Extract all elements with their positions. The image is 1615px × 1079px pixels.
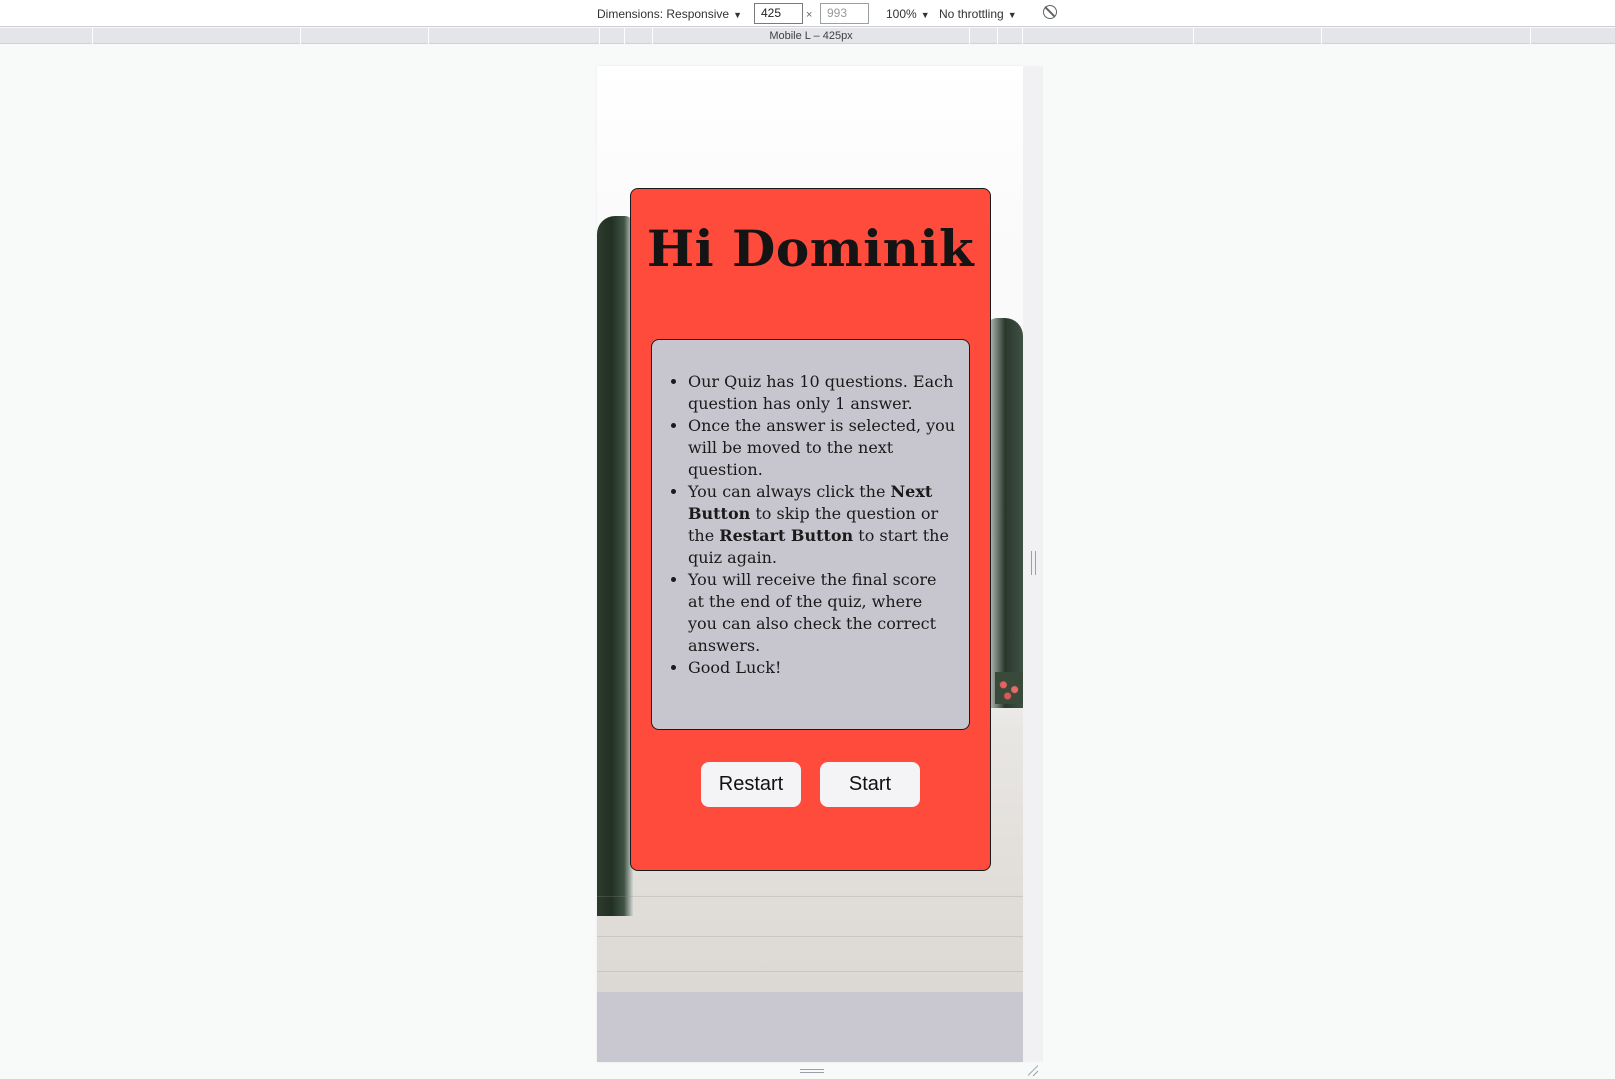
rule-item: You will receive the final score at the …	[688, 569, 956, 657]
rules-box: Our Quiz has 10 questions. Each question…	[651, 339, 970, 730]
rule-item: Once the answer is selected, you will be…	[688, 415, 956, 481]
emulated-viewport: Hi Dominik Our Quiz has 10 questions. Ea…	[597, 66, 1023, 1062]
zoom-dropdown[interactable]: 100% ▼	[886, 7, 930, 21]
rule-item: Good Luck!	[688, 657, 956, 679]
resize-corner-icon[interactable]	[1027, 1064, 1039, 1076]
rule-text: Our Quiz has 10 questions. Each question…	[688, 372, 954, 413]
greeting-title: Hi Dominik	[646, 219, 975, 278]
background-flowers	[995, 672, 1023, 704]
chevron-down-icon: ▼	[1007, 10, 1017, 20]
resize-handle-bottom[interactable]	[800, 1069, 824, 1073]
width-input[interactable]: 425	[754, 3, 803, 24]
rule-text: You can always click the	[688, 482, 891, 501]
rule-item: You can always click the Next Button to …	[688, 481, 956, 569]
pavement-line	[597, 971, 1023, 972]
rule-text: Good Luck!	[688, 658, 782, 677]
rule-text: Once the answer is selected, you will be…	[688, 416, 956, 479]
background-tree-right	[987, 318, 1023, 708]
background-tree-left	[597, 216, 633, 916]
rotate-icon[interactable]	[1043, 5, 1057, 19]
start-button[interactable]: Start	[820, 762, 920, 807]
height-input[interactable]: 993	[820, 3, 869, 24]
chevron-down-icon: ▼	[920, 10, 930, 20]
pavement-line	[597, 896, 1023, 897]
chevron-down-icon: ▼	[733, 10, 742, 20]
rule-item: Our Quiz has 10 questions. Each question…	[688, 371, 956, 415]
throttling-dropdown[interactable]: No throttling ▼	[939, 7, 1017, 21]
pavement-line	[597, 936, 1023, 937]
page-footer-area	[597, 992, 1023, 1062]
times-sign: ×	[806, 9, 813, 21]
dimensions-dropdown[interactable]: Dimensions: Responsive ▼	[597, 7, 742, 21]
zoom-label: 100%	[886, 7, 917, 21]
device-toolbar: Dimensions: Responsive ▼ 425 × 993 100% ▼ …	[0, 0, 1615, 27]
throttling-label: No throttling	[939, 7, 1004, 21]
rules-list: Our Quiz has 10 questions. Each question…	[688, 371, 956, 679]
quiz-intro-card: Hi Dominik Our Quiz has 10 questions. Ea…	[630, 188, 991, 871]
dimensions-label: Dimensions: Responsive	[597, 7, 730, 21]
rule-text: You will receive the final score at the …	[688, 570, 937, 655]
rule-emphasis-restart: Restart Button	[719, 526, 854, 545]
media-query-bar[interactable]: Mobile L – 425px	[0, 28, 1615, 44]
resize-handle-right[interactable]	[1031, 551, 1036, 575]
restart-button[interactable]: Restart	[701, 762, 801, 807]
media-query-label: Mobile L – 425px	[769, 30, 853, 42]
